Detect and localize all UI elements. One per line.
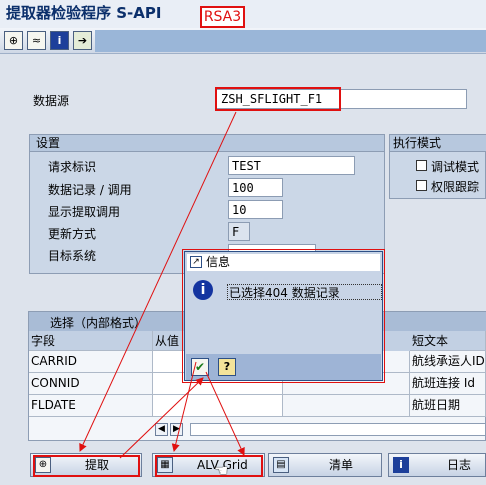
arrow-dialog-to-alv — [205, 371, 245, 456]
annotation-arrows — [79, 111, 245, 459]
arrow-datasource-to-extract — [79, 111, 237, 452]
arrow-confirm-to-alv — [171, 361, 197, 452]
arrow-extract-to-dialog — [119, 377, 204, 459]
